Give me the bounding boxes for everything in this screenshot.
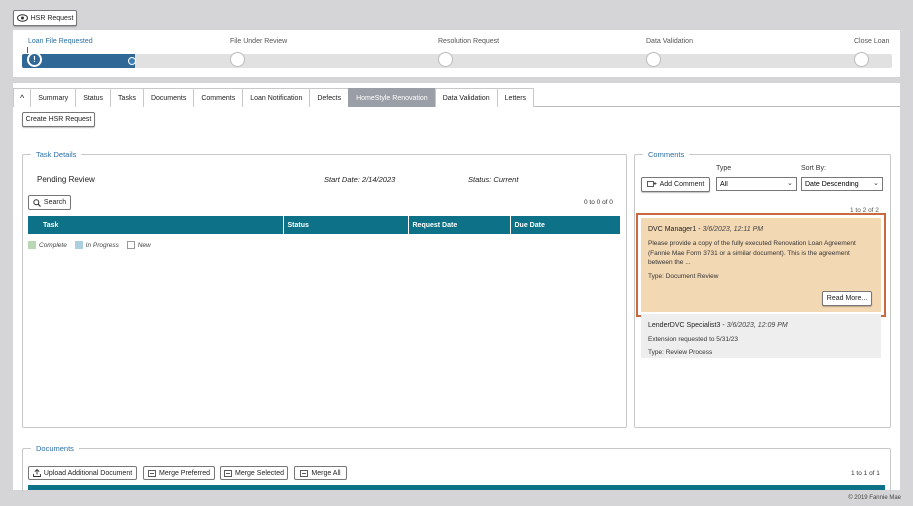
step-node [230,52,245,67]
type-select[interactable]: All [716,177,797,191]
footer: © 2019 Fannie Mae [0,492,913,506]
search-icon [33,198,41,207]
task-details-title: Task Details [36,150,77,159]
upload-document-button[interactable]: Upload Additional Document [28,466,137,480]
alert-icon: ! [29,54,40,65]
legend-swatch [28,241,36,249]
comments-title: Comments [648,150,685,159]
documents-title: Documents [36,444,74,453]
tab-homestyle-renovation[interactable]: HomeStyle Renovation [348,88,436,107]
comment-author: DVC Manager1 - 3/6/2023, 12:11 PM [648,226,764,233]
documents-table-header [28,485,885,490]
col-request-date[interactable]: Request Date [408,216,511,234]
eye-icon [16,14,28,22]
comment-type: Type: Review Process [648,348,713,356]
step-resolution-request: Resolution Request [438,38,500,45]
comments-count: 1 to 2 of 2 [850,207,879,212]
tab-letters[interactable]: Letters [496,88,535,107]
col-status[interactable]: Status [283,216,409,234]
add-comment-button[interactable]: Add Comment [641,177,710,192]
comment-text: Extension requested to 5/31/23 [648,336,738,344]
legend-complete: Complete [28,241,67,249]
step-node [646,52,661,67]
main-panel: ^ Summary Status Tasks Documents Comment… [13,83,900,504]
create-hsr-request-button[interactable]: Create HSR Request [22,112,95,127]
step-close-loan: Close Loan [854,38,890,45]
tab-tasks[interactable]: Tasks [110,88,144,107]
hsr-request-label: HSR Request [30,14,74,22]
search-button[interactable]: Search [28,195,71,210]
sort-select[interactable]: Date Descending [801,177,883,191]
tab-bar: ^ Summary Status Tasks Documents Comment… [13,88,900,107]
tab-defects[interactable]: Defects [309,88,350,107]
tab-summary[interactable]: Summary [30,88,77,107]
col-task[interactable]: Task [28,216,284,234]
step-node [854,52,869,67]
upload-document-label: Upload Additional Document [43,469,133,477]
merge-selected-button[interactable]: Merge Selected [220,466,288,480]
read-more-button[interactable]: Read More... [822,291,872,306]
merge-icon [300,469,309,477]
col-due-date[interactable]: Due Date [510,216,620,234]
comment-date: 3/6/2023, 12:11 PM [702,226,764,233]
progress-tracker: Loan File Requested File Under Review Re… [13,30,900,77]
step-file-under-review: File Under Review [230,38,288,45]
search-label: Search [43,199,67,206]
comment-type: Type: Document Review [648,273,719,281]
step-node-active: ! [27,52,42,67]
task-status: Status: Current [468,175,519,184]
legend-new: New [126,241,151,249]
legend-swatch [126,241,135,249]
active-step-marker [27,47,28,53]
step-loan-file-requested: Loan File Requested [28,38,93,45]
merge-preferred-button[interactable]: Merge Preferred [143,466,215,480]
type-label: Type [716,165,732,172]
comment-card: LenderDVC Specialist3 - 3/6/2023, 12:09 … [641,314,881,358]
upload-icon [32,469,41,477]
step-data-validation: Data Validation [646,38,693,45]
pending-review-label: Pending Review [37,175,95,184]
merge-selected-label: Merge Selected [234,469,285,477]
tab-status[interactable]: Status [75,88,112,107]
step-node [438,52,453,67]
legend-swatch [74,241,83,249]
comment-text: Please provide a copy of the fully execu… [648,240,856,266]
comment-author: LenderDVC Specialist3 - 3/6/2023, 12:09 … [648,322,788,329]
comment-date: 3/6/2023, 12:09 PM [726,322,788,329]
task-legend: Complete In Progress New [28,241,151,249]
merge-icon [224,469,232,477]
task-table: Task Status Request Date Due Date [28,216,620,234]
merge-preferred-label: Merge Preferred [159,469,210,477]
legend-in-progress: In Progress [74,241,119,249]
tab-comments[interactable]: Comments [193,88,244,107]
tab-loan-notification[interactable]: Loan Notification [242,88,311,107]
progress-fill-end [128,57,136,65]
tab-documents[interactable]: Documents [142,88,195,107]
tab-data-validation[interactable]: Data Validation [434,88,498,107]
copyright: © 2019 Fannie Mae [848,495,901,501]
progress-track [22,54,892,68]
task-count: 0 to 0 of 0 [584,199,613,206]
merge-all-label: Merge All [311,469,341,477]
collapse-icon[interactable]: ^ [13,88,32,107]
task-details-panel: Task Details [22,150,627,428]
merge-all-button[interactable]: Merge All [294,466,347,480]
comment-add-icon [646,181,657,187]
hsr-request-button[interactable]: HSR Request [13,10,77,26]
start-date: Start Date: 2/14/2023 [324,175,396,184]
merge-icon [148,469,156,477]
add-comment-label: Add Comment [659,181,705,188]
documents-count: 1 to 1 of 1 [851,470,880,477]
sort-label: Sort By: [801,165,826,172]
